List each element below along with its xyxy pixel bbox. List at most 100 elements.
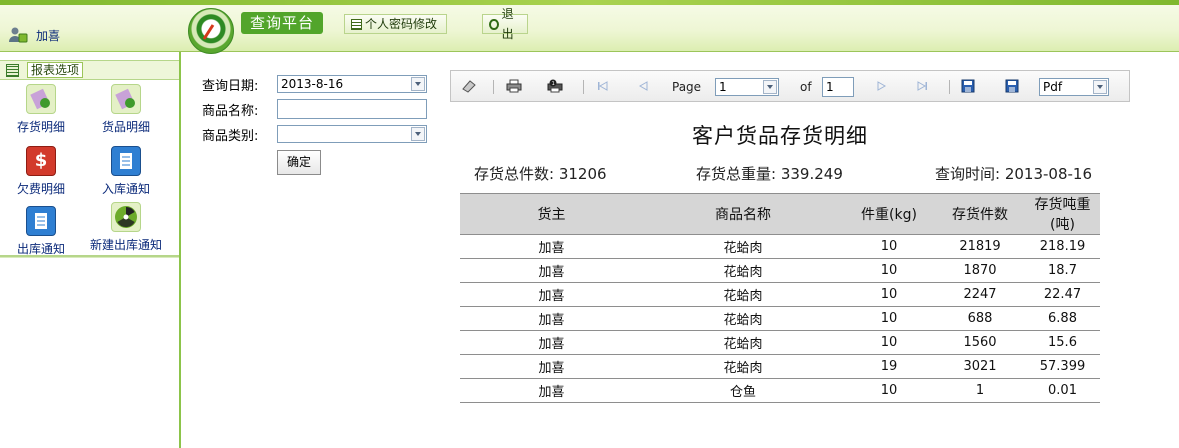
sidebar-header: 报表选项 xyxy=(0,60,179,80)
logout-button[interactable]: 退出 xyxy=(482,7,528,41)
export-icon[interactable] xyxy=(1004,79,1020,93)
stock-count-cell: 2247 xyxy=(935,282,1025,307)
product-name-input[interactable] xyxy=(277,99,427,119)
stock-count-cell: 21819 xyxy=(935,234,1025,259)
header-stripe xyxy=(0,0,1179,5)
table-row: 加喜 仓鱼 10 1 0.01 xyxy=(460,378,1100,403)
product-name-cell: 花蛤肉 xyxy=(643,282,843,307)
chevron-down-icon[interactable] xyxy=(763,80,777,94)
user-name[interactable]: 加喜 xyxy=(36,27,60,44)
date-select[interactable]: 2013-8-16 xyxy=(277,75,427,93)
query-time-label: 查询时间: xyxy=(935,165,1001,183)
total-count-summary: 存货总件数: 31206 xyxy=(474,163,607,184)
table-row: 加喜 花蛤肉 10 688 6.88 xyxy=(460,306,1100,331)
chevron-down-icon[interactable] xyxy=(1093,80,1107,94)
eraser-icon[interactable] xyxy=(461,79,477,93)
owner-cell: 加喜 xyxy=(460,282,643,307)
product-name-cell: 花蛤肉 xyxy=(643,306,843,331)
top-header-bar: 加喜 查询平台 个人密码修改 退出 xyxy=(0,0,1179,54)
table-row: 加喜 花蛤肉 10 1870 18.7 xyxy=(460,258,1100,283)
owner-cell: 加喜 xyxy=(460,378,643,403)
stock-count-cell: 1560 xyxy=(935,330,1025,355)
stock-count-cell: 1870 xyxy=(935,258,1025,283)
query-time-value: 2013-08-16 xyxy=(1004,165,1093,183)
sidebar-item-outbound-notice[interactable]: 出库通知 xyxy=(6,206,76,258)
table-row: 加喜 花蛤肉 10 21819 218.19 xyxy=(460,234,1100,259)
total-count-label: 存货总件数: xyxy=(474,165,555,183)
owner-cell: 加喜 xyxy=(460,354,643,379)
unit-weight-cell: 10 xyxy=(843,282,935,307)
sidebar-item-label: 存货明细 xyxy=(16,120,65,134)
chevron-down-icon[interactable] xyxy=(411,77,425,91)
chevron-down-icon[interactable] xyxy=(411,127,425,141)
sidebar-section-label: 报表选项 xyxy=(27,62,84,78)
sidebar-item-arrears-detail[interactable]: $ 欠费明细 xyxy=(6,146,76,198)
owner-cell: 加喜 xyxy=(460,258,643,283)
table-row: 加喜 花蛤肉 10 1560 15.6 xyxy=(460,330,1100,355)
change-password-label: 个人密码修改 xyxy=(365,17,438,31)
sidebar-item-label: 入库通知 xyxy=(101,182,150,196)
page-value: 1 xyxy=(719,80,727,94)
category-select[interactable] xyxy=(277,125,427,143)
owner-cell: 加喜 xyxy=(460,234,643,259)
column-header-unit-weight: 件重(kg) xyxy=(843,193,935,235)
of-label: of xyxy=(800,80,812,94)
print-icon[interactable] xyxy=(506,79,522,93)
inventory-table: 货主 商品名称 件重(kg) 存货件数 存货吨重(吨) 加喜 花蛤肉 10 21… xyxy=(460,193,1100,403)
column-header-product-name: 商品名称 xyxy=(643,193,843,235)
submit-button[interactable]: 确定 xyxy=(277,150,321,175)
toolbar-divider xyxy=(583,80,584,94)
power-icon xyxy=(489,18,499,30)
page-label: Page xyxy=(672,80,702,94)
table-icon xyxy=(6,63,19,77)
stock-tonnage-cell: 22.47 xyxy=(1025,282,1100,307)
save-icon[interactable] xyxy=(960,79,976,93)
logout-label: 退出 xyxy=(501,7,514,41)
first-page-icon[interactable] xyxy=(595,79,611,93)
next-page-icon[interactable] xyxy=(873,79,889,93)
stock-tonnage-cell: 15.6 xyxy=(1025,330,1100,355)
previous-page-icon[interactable] xyxy=(636,79,652,93)
stock-count-cell: 3021 xyxy=(935,354,1025,379)
dollar-icon: $ xyxy=(26,146,56,176)
total-weight-label: 存货总重量: xyxy=(696,165,777,183)
user-area: 加喜 xyxy=(8,24,60,46)
table-header-row: 货主 商品名称 件重(kg) 存货件数 存货吨重(吨) xyxy=(460,193,1100,235)
stock-count-cell: 688 xyxy=(935,306,1025,331)
product-name-cell: 花蛤肉 xyxy=(643,354,843,379)
page-select[interactable]: 1 xyxy=(715,78,779,96)
report-title: 客户货品存货明细 xyxy=(692,124,868,148)
sidebar: 报表选项 存货明细 货品明细 $ 欠费明细 入库通知 出库通知 新建出库通知 xyxy=(0,52,181,448)
report-toolbar: 1 Page 1 of 1 Pdf xyxy=(450,70,1130,102)
sidebar-item-label: 欠费明细 xyxy=(16,182,65,196)
export-format-select[interactable]: Pdf xyxy=(1039,78,1109,96)
column-header-stock-tonnage: 存货吨重(吨) xyxy=(1025,193,1100,235)
stock-tonnage-cell: 18.7 xyxy=(1025,258,1100,283)
sidebar-divider xyxy=(0,255,179,258)
last-page-icon[interactable] xyxy=(914,79,930,93)
stock-tonnage-cell: 0.01 xyxy=(1025,378,1100,403)
sidebar-item-goods-detail[interactable]: 货品明细 xyxy=(91,84,161,136)
print-setup-icon[interactable]: 1 xyxy=(547,79,563,93)
owner-cell: 加喜 xyxy=(460,330,643,355)
query-time-summary: 查询时间: 2013-08-16 xyxy=(935,163,1092,184)
sidebar-item-inbound-notice[interactable]: 入库通知 xyxy=(91,146,161,198)
list-icon xyxy=(351,18,362,30)
user-icon xyxy=(8,25,28,45)
total-weight-value: 339.249 xyxy=(780,165,843,183)
stock-count-cell: 1 xyxy=(935,378,1025,403)
stock-tonnage-cell: 6.88 xyxy=(1025,306,1100,331)
sidebar-item-new-outbound-notice[interactable]: 新建出库通知 xyxy=(86,202,166,254)
sidebar-item-inventory-detail[interactable]: 存货明细 xyxy=(6,84,76,136)
unit-weight-cell: 10 xyxy=(843,330,935,355)
change-password-button[interactable]: 个人密码修改 xyxy=(344,14,447,34)
date-label: 查询日期: xyxy=(202,79,259,94)
sidebar-item-label: 新建出库通知 xyxy=(89,238,162,252)
platform-title: 查询平台 xyxy=(241,12,323,34)
total-pages-field: 1 xyxy=(822,77,854,97)
unit-weight-cell: 10 xyxy=(843,258,935,283)
product-name-cell: 仓鱼 xyxy=(643,378,843,403)
goods-detail-icon xyxy=(111,84,141,114)
owner-cell: 加喜 xyxy=(460,306,643,331)
column-header-stock-count: 存货件数 xyxy=(935,193,1025,235)
